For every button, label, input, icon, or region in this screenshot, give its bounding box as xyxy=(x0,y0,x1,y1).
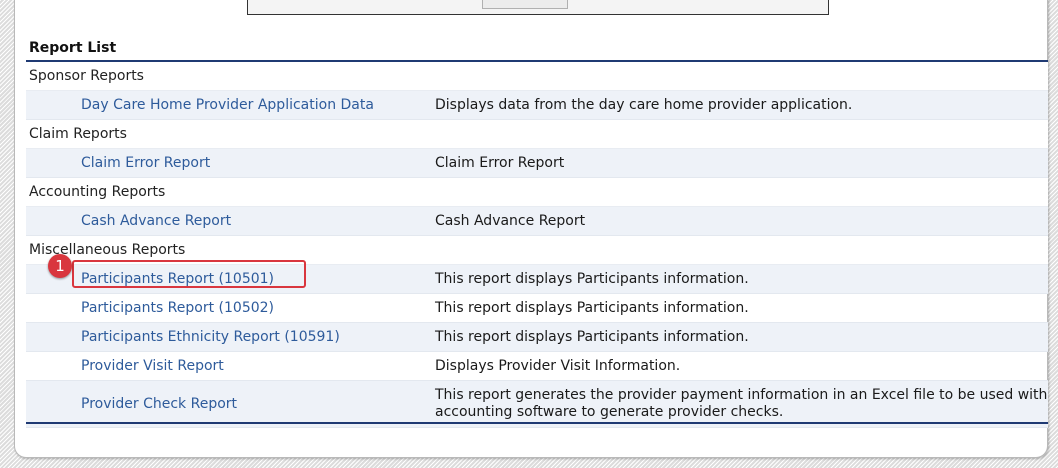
report-row: Claim Error Report Claim Error Report xyxy=(26,149,1048,178)
report-list-title: Report List xyxy=(26,36,1048,62)
report-description: Displays data from the day care home pro… xyxy=(435,96,853,113)
top-control-box xyxy=(247,0,829,15)
report-description: Claim Error Report xyxy=(435,154,565,171)
report-row: Day Care Home Provider Application Data … xyxy=(26,91,1048,120)
report-description: This report displays Participants inform… xyxy=(435,328,749,345)
report-list-bottom-rule xyxy=(26,422,1048,424)
report-description: This report displays Participants inform… xyxy=(435,270,749,287)
report-description: This report generates the provider payme… xyxy=(435,387,1048,420)
report-link-day-care-home-provider-application-data[interactable]: Day Care Home Provider Application Data xyxy=(26,97,435,113)
report-row: Participants Report (10502) This report … xyxy=(26,294,1048,323)
annotation-step-badge: 1 xyxy=(48,254,72,278)
report-row: Cash Advance Report Cash Advance Report xyxy=(26,207,1048,236)
report-link-cash-advance-report[interactable]: Cash Advance Report xyxy=(26,213,435,229)
group-header-miscellaneous-reports: Miscellaneous Reports xyxy=(26,236,1048,265)
report-link-provider-visit-report[interactable]: Provider Visit Report xyxy=(26,358,435,374)
group-header-sponsor-reports: Sponsor Reports xyxy=(26,62,1048,91)
report-row: Provider Check Report This report genera… xyxy=(26,381,1048,428)
report-list: Report List Sponsor Reports Day Care Hom… xyxy=(26,36,1048,428)
report-link-participants-ethnicity-report-10591[interactable]: Participants Ethnicity Report (10591) xyxy=(26,329,435,345)
report-description: Displays Provider Visit Information. xyxy=(435,357,681,374)
report-description: Cash Advance Report xyxy=(435,212,586,229)
group-header-accounting-reports: Accounting Reports xyxy=(26,178,1048,207)
report-link-participants-report-10501[interactable]: Participants Report (10501) xyxy=(26,271,435,287)
group-header-claim-reports: Claim Reports xyxy=(26,120,1048,149)
top-control-button[interactable] xyxy=(482,0,568,9)
report-description: This report displays Participants inform… xyxy=(435,299,749,316)
report-link-participants-report-10502[interactable]: Participants Report (10502) xyxy=(26,300,435,316)
report-link-claim-error-report[interactable]: Claim Error Report xyxy=(26,155,435,171)
report-link-provider-check-report[interactable]: Provider Check Report xyxy=(26,396,435,412)
report-row: Provider Visit Report Displays Provider … xyxy=(26,352,1048,381)
report-row: Participants Report (10501) This report … xyxy=(26,265,1048,294)
report-row: Participants Ethnicity Report (10591) Th… xyxy=(26,323,1048,352)
